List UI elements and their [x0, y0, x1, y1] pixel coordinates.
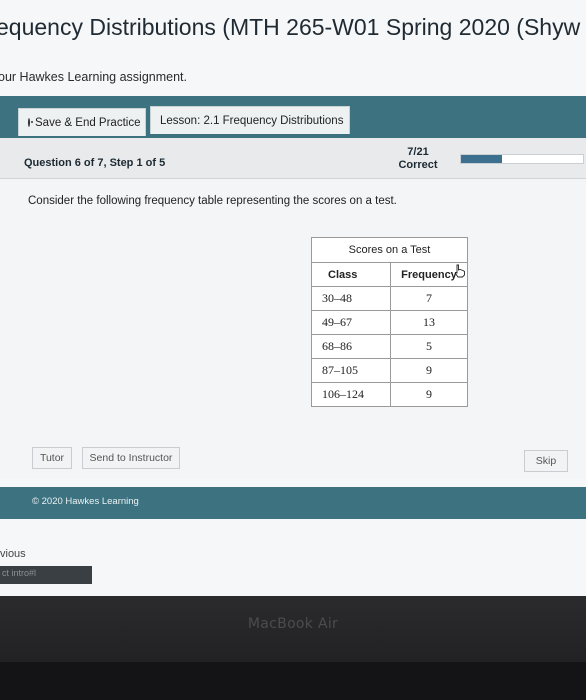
- hand-cursor-icon: [454, 264, 465, 278]
- table-header-class: Class: [311, 262, 391, 287]
- table-row: 68–86 5: [311, 334, 468, 359]
- table-row: 49–67 13: [311, 310, 468, 335]
- frequency-cell: 9: [390, 382, 468, 407]
- question-prompt: Consider the following frequency table r…: [28, 195, 397, 207]
- score-fraction: 7/21: [407, 146, 429, 158]
- table-caption: Scores on a Test: [311, 237, 468, 263]
- previous-link-fragment[interactable]: vious: [0, 548, 26, 560]
- class-cell: 68–86: [311, 334, 391, 359]
- lesson-tab[interactable]: Lesson: 2.1 Frequency Distributions: [150, 106, 350, 134]
- class-cell: 49–67: [311, 310, 391, 335]
- lesson-label: Lesson: 2.1 Frequency Distributions: [160, 114, 344, 127]
- copyright-text: © 2020 Hawkes Learning: [32, 496, 139, 507]
- question-bar: Question 6 of 7, Step 1 of 5 7/21 Correc…: [0, 138, 586, 179]
- frequency-cell: 7: [390, 286, 468, 311]
- save-end-practice-button[interactable]: Save & End Practice: [18, 108, 146, 136]
- table-row: 30–48 7: [311, 286, 468, 311]
- frequency-cell: 13: [390, 310, 468, 335]
- laptop-hinge: [0, 662, 586, 700]
- top-toolbar: Save & End Practice Lesson: 2.1 Frequenc…: [0, 96, 586, 139]
- browser-screen: equency Distributions (MTH 265-W01 Sprin…: [0, 0, 586, 596]
- class-cell: 106–124: [311, 382, 391, 407]
- strip-text: ct intro#l: [2, 568, 37, 578]
- frequency-cell: 9: [390, 358, 468, 383]
- footer-bar: © 2020 Hawkes Learning: [0, 487, 586, 519]
- frequency-cell: 5: [390, 334, 468, 359]
- question-label: Question 6 of 7, Step 1 of 5: [24, 157, 166, 169]
- assignment-subtitle: our Hawkes Learning assignment.: [0, 70, 187, 84]
- save-icon: [28, 118, 33, 127]
- page-title: equency Distributions (MTH 265-W01 Sprin…: [0, 14, 581, 40]
- background-strip: ct intro#l: [0, 566, 92, 584]
- send-to-instructor-button[interactable]: Send to Instructor: [82, 447, 180, 469]
- laptop-bezel: MacBook Air: [0, 596, 586, 700]
- tutor-button[interactable]: Tutor: [32, 447, 72, 469]
- skip-button[interactable]: Skip: [524, 450, 568, 472]
- progress-bar-fill: [461, 155, 502, 163]
- score-display: 7/21 Correct: [388, 146, 448, 172]
- question-content: Consider the following frequency table r…: [0, 179, 586, 479]
- save-end-practice-label: Save & End Practice: [35, 116, 141, 129]
- frequency-table: Scores on a Test Class Frequency 30–48 7…: [311, 237, 468, 407]
- class-cell: 87–105: [311, 358, 391, 383]
- progress-bar: [460, 154, 584, 164]
- table-row: 106–124 9: [311, 382, 468, 407]
- score-status: Correct: [398, 159, 438, 171]
- class-cell: 30–48: [311, 286, 391, 311]
- macbook-logo-text: MacBook Air: [247, 616, 339, 632]
- table-row: 87–105 9: [311, 358, 468, 383]
